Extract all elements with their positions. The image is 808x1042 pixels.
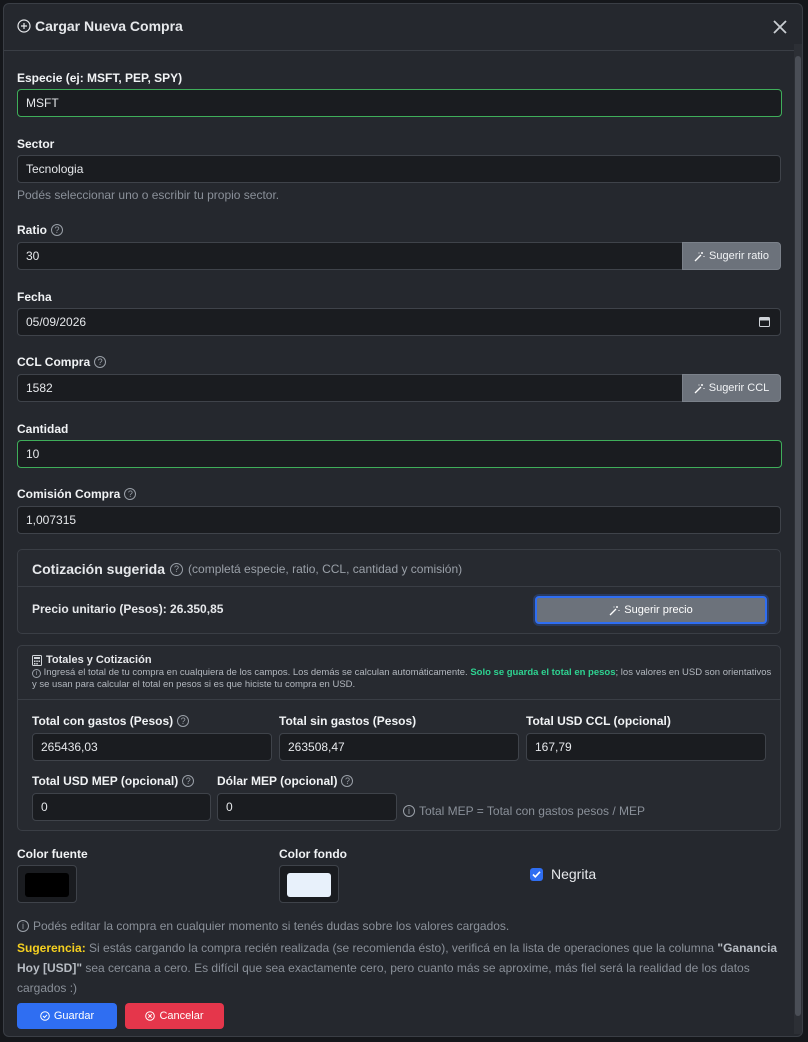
suggestion-text: Sugerencia: Si estás cargando la compra … [17,941,778,995]
font-color-label: Color fuente [17,847,88,861]
ratio-input[interactable]: 30 [17,242,683,270]
suggested-quote-card: Cotización sugerida ? (completá especie,… [17,549,781,634]
x-circle-icon [145,1011,156,1021]
ccl-input[interactable]: 1582 [17,374,683,402]
info-icon: i [403,805,415,817]
check-circle-icon [40,1011,50,1021]
total-usd-mep-input[interactable]: 0 [32,793,211,821]
total-sin-gastos-label: Total sin gastos (Pesos) [279,714,417,728]
font-color-picker[interactable] [17,865,77,903]
comision-input[interactable]: 1,007315 [17,506,781,534]
plus-circle-icon [17,19,31,33]
mep-formula-note: i Total MEP = Total con gastos pesos / M… [403,804,645,818]
dolar-mep-label: Dólar MEP (opcional)? [217,774,354,788]
suggested-quote-title: Cotización sugerida [32,561,166,577]
cancel-button[interactable]: Cancelar [125,1003,224,1029]
fecha-input[interactable]: 05/09/2026 [17,308,781,336]
total-usd-ccl-input[interactable]: 167,79 [526,733,766,761]
total-con-gastos-label: Total con gastos (Pesos)? [32,714,190,728]
edit-note: i Podés editar la compra en cualquier mo… [17,919,509,933]
totals-info: i Ingresá el total de tu compra en cualq… [32,667,772,690]
total-sin-gastos-input[interactable]: 263508,47 [279,733,519,761]
total-con-gastos-input[interactable]: 265436,03 [32,733,272,761]
total-usd-ccl-label: Total USD CCL (opcional) [526,714,671,728]
save-button[interactable]: Guardar [17,1003,117,1029]
info-icon: i [32,669,41,678]
suggest-ccl-button[interactable]: Sugerir CCL [682,374,781,402]
suggest-ratio-button[interactable]: Sugerir ratio [682,242,781,270]
suggest-price-button[interactable]: Sugerir precio [535,596,767,624]
check-icon [532,870,541,878]
bold-toggle[interactable]: Negrita [530,866,596,882]
sector-input[interactable]: Tecnologia [17,155,781,183]
calendar-icon[interactable] [759,316,770,327]
suggested-quote-header: Cotización sugerida ? (completá especie,… [32,561,462,577]
totals-card: Totales y Cotización i Ingresá el total … [17,645,781,831]
magic-wand-icon [609,605,620,615]
cantidad-input[interactable]: 10 [17,440,782,468]
unit-price-label: Precio unitario (Pesos): 26.350,85 [32,602,224,616]
help-icon[interactable]: ? [51,224,63,236]
bg-color-label: Color fondo [279,847,347,861]
ratio-label: Ratio? [17,223,63,237]
ccl-label: CCL Compra? [17,355,107,369]
especie-label: Especie (ej: MSFT, PEP, SPY) [17,71,183,85]
magic-wand-icon [694,383,705,393]
help-icon[interactable]: ? [341,775,354,787]
magic-wand-icon [694,251,705,261]
calculator-icon [32,654,42,666]
help-icon[interactable]: ? [170,562,184,576]
totals-title: Totales y Cotización [32,654,152,666]
help-icon[interactable]: ? [182,775,195,787]
scrollbar[interactable] [794,44,802,1034]
info-icon: i [17,920,29,932]
bg-color-picker[interactable] [279,865,339,903]
dolar-mep-input[interactable]: 0 [217,793,397,821]
help-icon[interactable]: ? [124,488,137,500]
help-icon[interactable]: ? [94,356,107,368]
modal-title: Cargar Nueva Compra [17,18,183,34]
bold-label: Negrita [551,866,597,882]
new-purchase-modal: Cargar Nueva Compra Especie (ej: MSFT, P… [3,3,803,1037]
checkbox[interactable] [530,867,543,881]
modal-header: Cargar Nueva Compra [4,4,802,51]
suggested-quote-subtitle: (completá especie, ratio, CCL, cantidad … [188,562,463,576]
total-usd-mep-label: Total USD MEP (opcional)? [32,774,195,788]
comision-label: Comisión Compra? [17,487,137,501]
help-icon[interactable]: ? [177,715,190,727]
cantidad-label: Cantidad [17,422,69,436]
fecha-label: Fecha [17,290,52,304]
sector-label: Sector [17,137,55,151]
close-icon[interactable] [770,17,790,37]
especie-input[interactable]: MSFT [17,89,782,117]
sector-hint: Podés seleccionar uno o escribir tu prop… [17,188,280,202]
